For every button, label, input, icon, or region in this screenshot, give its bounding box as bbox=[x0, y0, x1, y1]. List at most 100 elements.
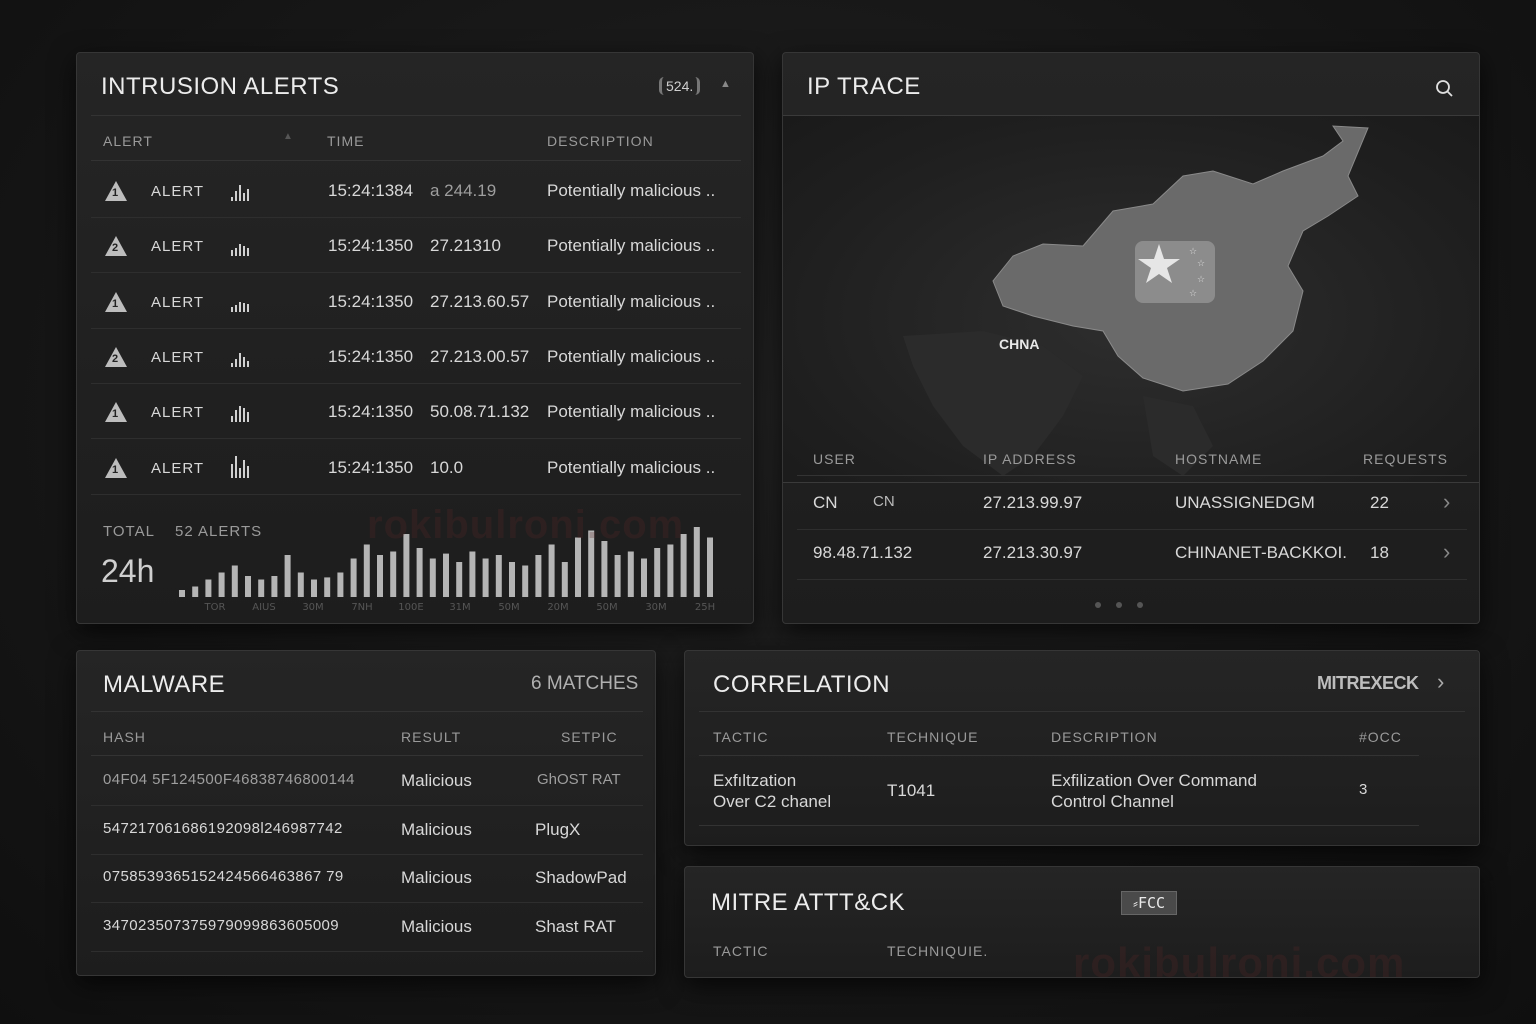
warning-triangle-icon: 1 bbox=[105, 402, 127, 423]
bar-mark bbox=[239, 244, 241, 257]
bar-mark bbox=[231, 416, 233, 423]
col-header-hostname[interactable]: HOSTNAME bbox=[1175, 451, 1262, 467]
bar-mark bbox=[235, 248, 237, 257]
col-header-tactic[interactable]: TACTIC bbox=[713, 943, 769, 959]
alert-description: Potentially malicious .. bbox=[547, 346, 716, 366]
ip-table-row[interactable]: 98.48.71.132 27.213.30.97 CHINANET-BACKK… bbox=[797, 531, 1467, 581]
watermark: rokibulroni.com bbox=[1073, 939, 1406, 978]
bar-mark bbox=[235, 358, 237, 367]
alert-row[interactable]: 2 ALERT 15:24:1350 27.21310 Potentially … bbox=[91, 218, 741, 274]
ip-address: 27.213.30.97 bbox=[983, 543, 1083, 562]
histogram-bar bbox=[311, 579, 317, 597]
scan-result: Malicious bbox=[401, 868, 472, 887]
histogram-bar bbox=[495, 555, 502, 597]
svg-text:☆: ☆ bbox=[1189, 247, 1197, 257]
sort-icon[interactable]: ▲ bbox=[283, 131, 294, 142]
file-hash: 347023507375979099863605009 bbox=[103, 916, 340, 934]
bar-mark bbox=[243, 193, 245, 201]
geo-map[interactable]: ☆ ☆ ☆ ☆ CHNA bbox=[783, 115, 1479, 483]
flag-marker[interactable] bbox=[1135, 241, 1215, 303]
divider bbox=[91, 493, 741, 495]
histogram-tick-label: 100E bbox=[398, 602, 423, 613]
col-header-tactic[interactable]: TACTIC bbox=[713, 729, 769, 745]
divider bbox=[91, 902, 643, 903]
activity-bars-icon bbox=[231, 234, 255, 257]
histogram-bar bbox=[680, 534, 687, 597]
col-header-user[interactable]: USER bbox=[813, 451, 856, 467]
col-header-hash[interactable]: HASH bbox=[103, 729, 146, 745]
malware-panel: MALWARE 6 MATCHES HASH RESULT SETPIC 04F… bbox=[76, 650, 656, 976]
mitre-title: MITRE ATTT&CK bbox=[711, 889, 906, 916]
severity-number: 1 bbox=[112, 463, 119, 476]
bar-mark bbox=[247, 189, 249, 201]
alert-ip: 27.213.00.57 bbox=[430, 346, 530, 366]
bar-mark bbox=[239, 185, 241, 201]
chevron-right-icon[interactable]: › bbox=[1443, 539, 1450, 565]
svg-text:☆: ☆ bbox=[1197, 259, 1205, 269]
col-header-description[interactable]: DESCRIPTION bbox=[547, 133, 654, 149]
alert-row[interactable]: 1 ALERT 15:24:1384 a 244.19 Potentially … bbox=[91, 163, 741, 218]
divider bbox=[91, 711, 643, 712]
chevron-right-icon[interactable]: › bbox=[1437, 669, 1444, 695]
histogram-bar bbox=[218, 572, 225, 597]
histogram-bar bbox=[548, 544, 555, 597]
col-header-result[interactable]: RESULT bbox=[401, 729, 461, 745]
malware-row[interactable]: 04F04 5F124500F46838746800144 Malicious … bbox=[91, 759, 643, 807]
histogram-bar bbox=[627, 551, 634, 597]
correlation-title: CORRELATION bbox=[713, 671, 891, 698]
col-header-alert[interactable]: ALERT bbox=[103, 133, 153, 149]
alert-time: 15:24:1350 bbox=[328, 402, 414, 422]
mitre-attack-link[interactable]: MITREXECK bbox=[1317, 673, 1419, 694]
alert-row[interactable]: 1 ALERT 15:24:1350 10.0 Potentially mali… bbox=[91, 440, 741, 495]
bar-mark bbox=[247, 465, 249, 478]
histogram-tick-label: 30M bbox=[645, 602, 666, 613]
pagination-dots[interactable] bbox=[1095, 595, 1158, 613]
scan-result: Malicious bbox=[401, 771, 472, 790]
col-header-requests[interactable]: REQUESTS bbox=[1363, 451, 1448, 467]
alert-row[interactable]: 1 ALERT 15:24:1350 27.213.60.57 Potentia… bbox=[91, 274, 741, 329]
alert-description: Potentially malicious .. bbox=[547, 236, 716, 256]
malware-row[interactable]: 347023507375979099863605009 Malicious Sh… bbox=[91, 905, 643, 953]
bar-mark bbox=[231, 306, 233, 312]
histogram-bar bbox=[561, 562, 568, 597]
warning-triangle-icon: 2 bbox=[105, 346, 127, 367]
histogram-bar bbox=[601, 541, 608, 597]
alert-row[interactable]: 1 ALERT 15:24:1350 50.08.71.132 Potentia… bbox=[91, 384, 741, 440]
alert-label: ALERT bbox=[151, 183, 205, 200]
malware-row[interactable]: 547217061686192098l246987742 Malicious P… bbox=[91, 808, 643, 856]
divider bbox=[797, 579, 1467, 580]
alert-ip: 27.213.60.57 bbox=[430, 291, 530, 311]
col-header-time[interactable]: TIME bbox=[327, 133, 364, 149]
matches-count: 6 MATCHES bbox=[531, 673, 639, 694]
bar-mark bbox=[239, 406, 241, 423]
svg-text:☆: ☆ bbox=[1197, 275, 1205, 285]
histogram-bar bbox=[324, 577, 331, 597]
malware-title: MALWARE bbox=[103, 671, 226, 698]
search-icon[interactable] bbox=[1435, 79, 1455, 99]
histogram-bar bbox=[469, 551, 476, 597]
alert-time: 15:24:1350 bbox=[328, 291, 414, 311]
mitre-tag[interactable]: ⸗FCC bbox=[1121, 891, 1177, 915]
col-header-occ[interactable]: #OCC bbox=[1359, 729, 1402, 745]
col-header-family[interactable]: SETPIC bbox=[561, 729, 618, 745]
alert-histogram: TOR AIUS 30M 7NH 100E 31M 50M 20M 50M 30M 25H bbox=[179, 527, 715, 613]
file-hash: 547217061686192098l246987742 bbox=[103, 819, 343, 837]
ip-table-row[interactable]: CN CN 27.213.99.97 UNASSIGNEDGM 22 › bbox=[797, 481, 1467, 531]
chevron-right-icon[interactable]: › bbox=[1443, 489, 1450, 515]
col-header-description[interactable]: DESCRIPTION bbox=[1051, 729, 1158, 745]
col-header-technique[interactable]: TECHNIQUIE. bbox=[887, 943, 988, 959]
histogram-tick-label: AIUS bbox=[252, 602, 275, 613]
histogram-bar bbox=[179, 590, 185, 597]
bar-mark bbox=[231, 197, 233, 201]
request-count: 22 bbox=[1370, 493, 1389, 512]
histogram-tick-label: 20M bbox=[547, 602, 568, 613]
alert-row[interactable]: 2 ALERT 15:24:1350 27.213.00.57 Potentia… bbox=[91, 329, 741, 384]
col-header-technique[interactable]: TECHNIQUE bbox=[887, 729, 978, 745]
bar-mark bbox=[231, 250, 233, 257]
col-header-ip[interactable]: IP ADDRESS bbox=[983, 451, 1077, 467]
collapse-chevron-icon[interactable]: ▲ bbox=[720, 78, 731, 90]
histogram-bar bbox=[443, 553, 449, 597]
histogram-tick-label: 50M bbox=[596, 602, 617, 613]
malware-row[interactable]: 0758539365152424566463867 79 Malicious S… bbox=[91, 856, 643, 904]
alert-time: 15:24:1384 bbox=[328, 181, 414, 200]
